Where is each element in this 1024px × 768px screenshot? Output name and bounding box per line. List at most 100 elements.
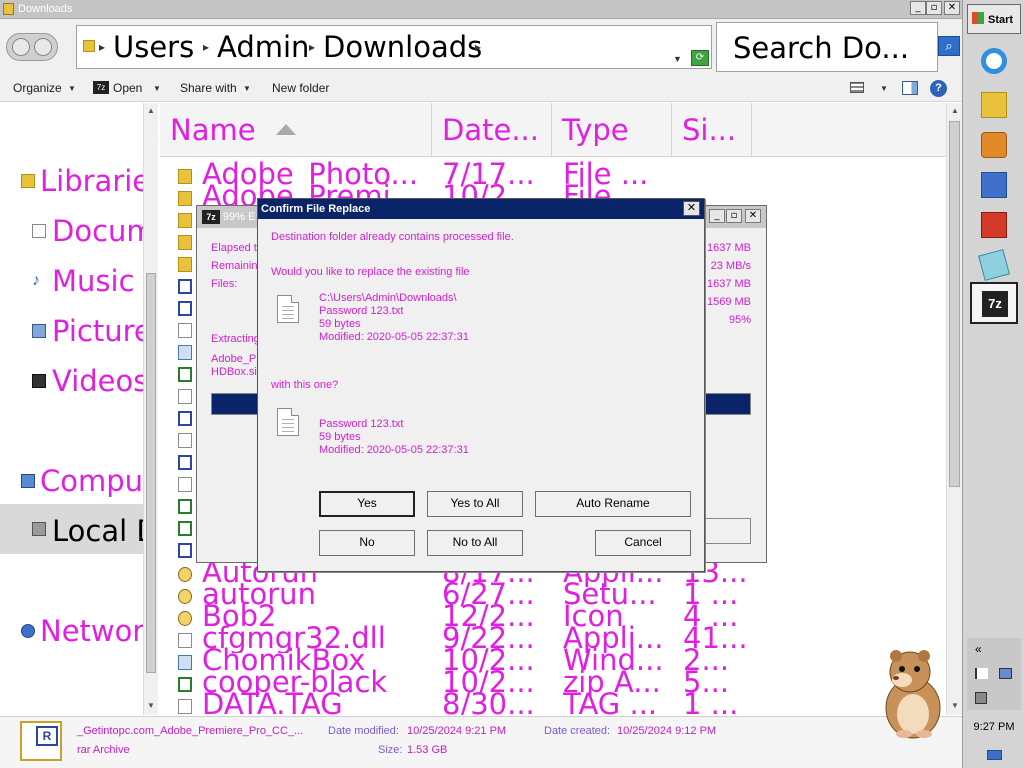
nav-pictures[interactable]: Pictures <box>52 314 143 348</box>
file-row[interactable] <box>160 451 200 473</box>
preview-pane-icon[interactable] <box>902 81 918 95</box>
open-button[interactable]: Open <box>113 81 142 95</box>
breadcrumb-users[interactable]: Users <box>113 30 194 64</box>
file-row[interactable] <box>160 429 200 451</box>
file-list-scrollbar[interactable]: ▲ ▼ <box>946 103 962 715</box>
file-row[interactable] <box>160 209 200 231</box>
chevron-right-icon[interactable]: ▸ <box>309 40 315 54</box>
chevron-right-icon[interactable]: ▸ <box>203 40 209 54</box>
new-folder-button[interactable]: New folder <box>272 81 329 95</box>
no-to-all-button[interactable]: No to All <box>427 530 523 556</box>
file-row[interactable] <box>160 319 200 341</box>
file-row[interactable] <box>160 473 200 495</box>
command-bar: Organize ▼ 7z Open ▼ Share with ▼ New fo… <box>0 75 962 102</box>
taskbar-media-player[interactable] <box>970 124 1018 166</box>
close-icon[interactable]: ✕ <box>683 201 700 216</box>
nav-music[interactable]: Music <box>52 264 143 298</box>
file-row[interactable] <box>160 231 200 253</box>
yes-to-all-button[interactable]: Yes to All <box>427 491 523 517</box>
file-row[interactable] <box>160 275 200 297</box>
taskbar-app-notepad[interactable] <box>970 244 1018 286</box>
search-icon[interactable]: ⌕ <box>938 36 960 56</box>
nav-scrollbar[interactable]: ▲ ▼ <box>143 103 158 715</box>
text-file-icon <box>277 295 299 323</box>
forward-arrow-icon[interactable] <box>34 38 52 56</box>
nav-libraries[interactable]: Libraries <box>40 164 143 198</box>
taskbar-app-blue[interactable] <box>970 164 1018 206</box>
cancel-button[interactable]: Cancel <box>595 530 691 556</box>
auto-rename-button[interactable]: Auto Rename <box>535 491 691 517</box>
dialog-title-bar[interactable]: Confirm File Replace ✕ <box>258 199 704 219</box>
scroll-down-arrow[interactable]: ▼ <box>951 701 959 710</box>
nav-computer[interactable]: Computer <box>40 464 143 498</box>
taskbar-explorer[interactable] <box>970 84 1018 126</box>
back-forward-buttons[interactable] <box>6 33 58 61</box>
maximize-button[interactable]: ▫ <box>926 1 942 15</box>
video-icon <box>32 374 46 388</box>
nav-local-disk[interactable]: Local Disk <box>52 514 143 548</box>
organize-button[interactable]: Organize <box>13 81 62 95</box>
search-input[interactable]: Search Do... <box>716 22 938 72</box>
file-row[interactable] <box>160 297 200 319</box>
start-button[interactable]: Start <box>967 4 1021 34</box>
show-desktop-icon[interactable] <box>987 750 1002 760</box>
share-with-button[interactable]: Share with <box>180 81 237 95</box>
taskbar-internet-explorer[interactable] <box>970 40 1018 82</box>
file-row[interactable] <box>160 539 200 561</box>
nav-network[interactable]: Network <box>40 614 143 648</box>
chevron-right-icon[interactable]: ▸ <box>475 40 481 54</box>
breadcrumb-downloads[interactable]: Downloads <box>323 30 482 64</box>
file-row[interactable] <box>160 253 200 275</box>
close-button[interactable]: ✕ <box>944 1 960 15</box>
taskbar-app-red[interactable] <box>970 204 1018 246</box>
maximize-button[interactable]: ▫ <box>726 209 742 223</box>
chevron-down-icon[interactable]: ▼ <box>880 84 888 93</box>
file-row[interactable] <box>160 517 200 539</box>
nav-documents[interactable]: Documents <box>52 214 143 248</box>
volume-muted-icon[interactable] <box>975 692 987 704</box>
close-button[interactable]: ✕ <box>745 209 761 223</box>
nav-videos[interactable]: Videos <box>52 364 143 398</box>
column-name[interactable]: Name <box>160 103 432 157</box>
file-row[interactable] <box>160 495 200 517</box>
yes-button[interactable]: Yes <box>319 491 415 517</box>
title-bar[interactable]: Downloads _ ▫ ✕ <box>0 0 962 19</box>
action-center-flag-icon[interactable] <box>975 668 988 679</box>
installer-icon <box>178 655 192 670</box>
address-bar[interactable]: ▸ Users ▸ Admin ▸ Downloads ▸ ▼ ⟳ <box>76 25 712 69</box>
file-row[interactable]: DATA.TAG 8/30... TAG ... 1 ... <box>160 689 946 715</box>
existing-file-path: C:\Users\Admin\Downloads\ <box>319 292 457 304</box>
minimize-button[interactable]: _ <box>709 209 725 223</box>
scroll-thumb[interactable] <box>146 273 156 673</box>
file-row[interactable] <box>160 385 200 407</box>
chevron-right-icon[interactable]: ▸ <box>99 40 105 54</box>
no-button[interactable]: No <box>319 530 415 556</box>
scroll-thumb[interactable] <box>949 121 960 487</box>
library-icon <box>21 174 35 188</box>
taskbar-7zip[interactable]: 7z <box>970 282 1018 324</box>
chevron-down-icon[interactable]: ▼ <box>153 84 161 93</box>
file-type: TAG ... <box>563 689 658 715</box>
show-hidden-icons-button[interactable]: « <box>975 642 982 656</box>
clock[interactable]: 9:27 PM <box>963 721 1024 733</box>
refresh-icon[interactable]: ⟳ <box>691 50 709 66</box>
network-tray-icon[interactable] <box>999 668 1012 679</box>
breadcrumb-admin[interactable]: Admin <box>217 30 309 64</box>
chevron-down-icon[interactable]: ▼ <box>673 54 682 64</box>
scroll-down-arrow[interactable]: ▼ <box>147 701 155 710</box>
file-row[interactable] <box>160 407 200 429</box>
chevron-down-icon[interactable]: ▼ <box>243 84 251 93</box>
view-options-icon[interactable] <box>850 82 864 93</box>
scroll-up-arrow[interactable]: ▲ <box>951 106 959 115</box>
back-arrow-icon[interactable] <box>12 38 30 56</box>
column-size[interactable]: Si... <box>672 103 752 157</box>
chevron-down-icon[interactable]: ▼ <box>68 84 76 93</box>
column-type[interactable]: Type <box>552 103 672 157</box>
minimize-button[interactable]: _ <box>910 1 926 15</box>
scroll-up-arrow[interactable]: ▲ <box>147 106 155 115</box>
column-date[interactable]: Date... <box>432 103 552 157</box>
taskbar: Start 7z « 9:27 PM <box>962 0 1024 768</box>
file-row[interactable] <box>160 341 200 363</box>
file-row[interactable] <box>160 363 200 385</box>
help-icon[interactable]: ? <box>930 80 947 97</box>
